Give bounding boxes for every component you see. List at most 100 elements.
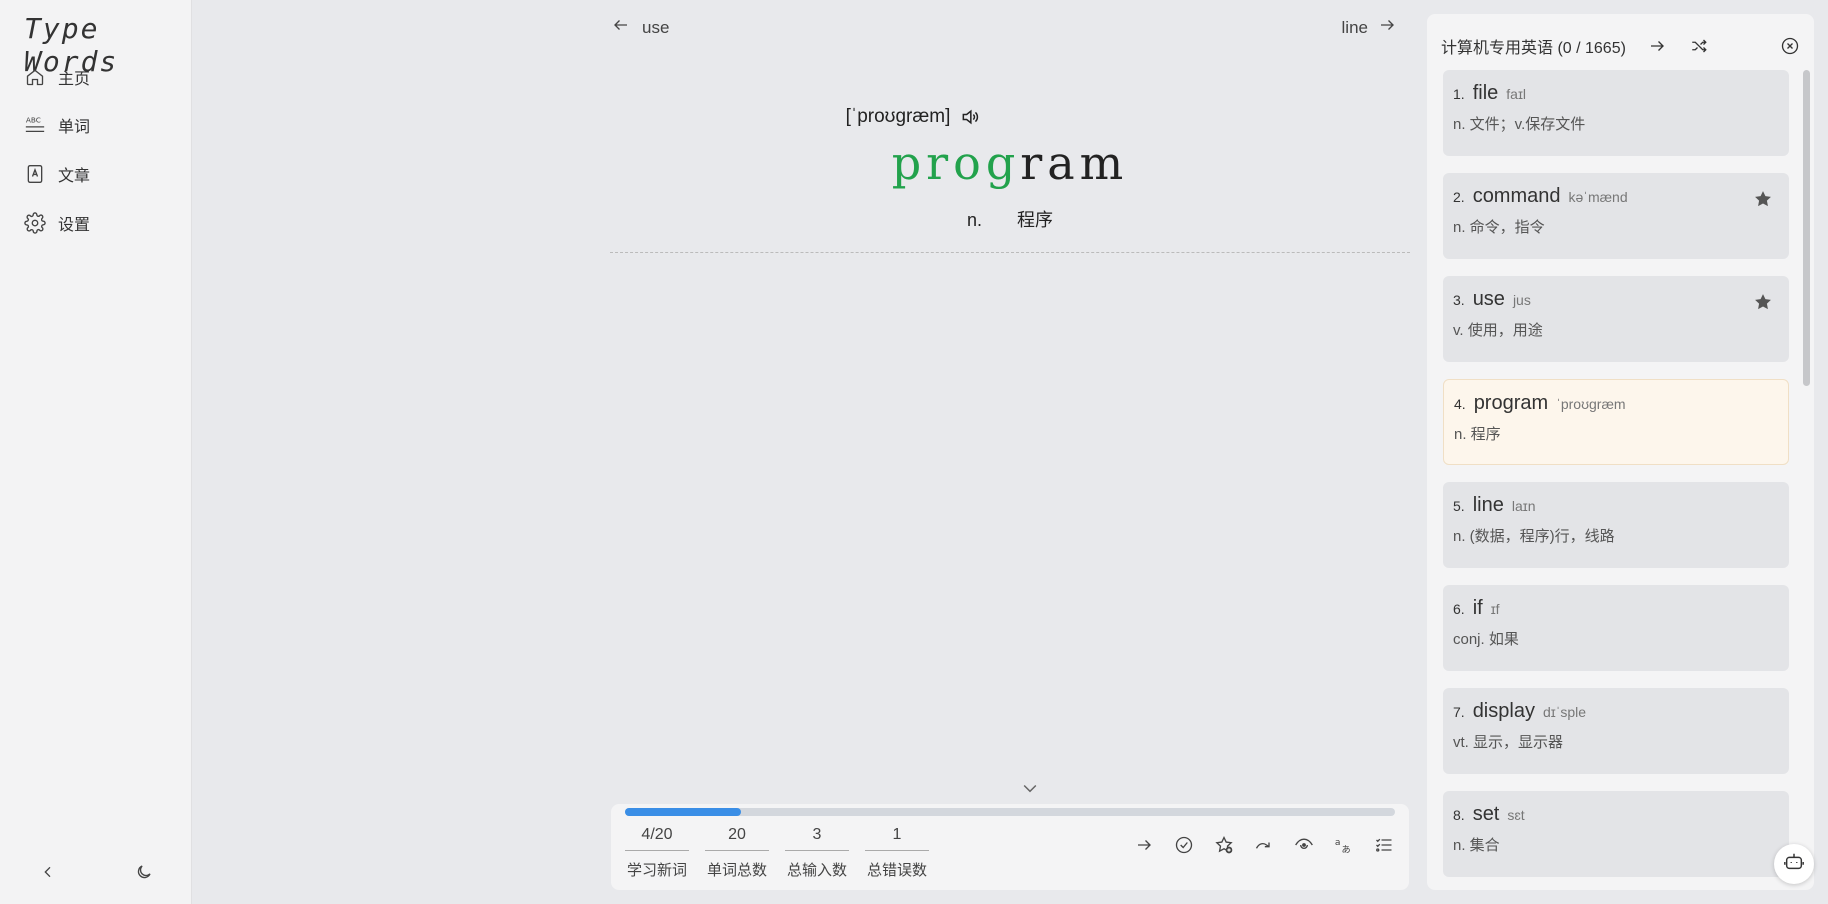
svg-text:ABC: ABC — [26, 115, 41, 124]
list-item[interactable]: 5. line laɪn n. (数据，程序)行，线路 — [1443, 482, 1789, 568]
assistant-button[interactable] — [1774, 844, 1814, 884]
word-translation: n. 程序 — [610, 206, 1410, 232]
list-item-number: 5. — [1453, 498, 1465, 514]
list-item-translation: n. (数据，程序)行，线路 — [1453, 528, 1615, 545]
progress-fill — [625, 808, 741, 816]
sidebar-bottom — [0, 860, 192, 884]
home-icon — [24, 66, 46, 88]
next-word-button[interactable]: line — [1342, 16, 1396, 39]
star-add-icon[interactable] — [1213, 834, 1235, 856]
list-item-word: if — [1472, 597, 1483, 619]
stat-value: 1 — [865, 826, 929, 851]
speaker-icon[interactable] — [960, 106, 982, 128]
list-item-number: 1. — [1453, 86, 1465, 102]
list-item-phonetic: dɪˈsple — [1542, 704, 1587, 720]
list-item-header: 4. program ˈproʊɡræm — [1454, 392, 1778, 415]
star-icon[interactable] — [1753, 189, 1773, 209]
list-item-word: line — [1472, 494, 1504, 516]
toolbar: aあ — [1133, 834, 1395, 856]
sidebar-item-home[interactable]: 主页 — [24, 61, 90, 93]
list-item[interactable]: 3. use jus v. 使用，用途 — [1443, 276, 1789, 362]
list-item-word: program — [1473, 392, 1549, 414]
list-item-translation: vt. 显示，显示器 — [1453, 734, 1564, 751]
arrow-right-icon[interactable] — [1646, 35, 1668, 57]
list-item[interactable]: 8. set sɛt n. 集合 — [1443, 791, 1789, 877]
sidebar-item-label: 文章 — [58, 168, 91, 185]
list-item[interactable]: 7. display dɪˈsple vt. 显示，显示器 — [1443, 688, 1789, 774]
chevron-down-icon[interactable] — [1020, 780, 1040, 796]
list-item-phonetic: kəˈmænd — [1568, 189, 1628, 205]
list-item-number: 8. — [1453, 807, 1465, 823]
gear-icon — [24, 212, 46, 234]
svg-text:あ: あ — [1342, 845, 1351, 856]
list-item-number: 3. — [1453, 292, 1465, 308]
stat-total-errors: 1 总错误数 — [865, 826, 929, 880]
arrow-right-icon[interactable] — [1133, 834, 1155, 856]
chevron-left-icon[interactable] — [36, 860, 60, 884]
sidebar-item-settings[interactable]: 设置 — [24, 207, 90, 239]
stats-list: 4/20 学习新词 20 单词总数 3 总输入数 1 总错误数 — [625, 826, 929, 880]
word-list-panel: 计算机专用英语 (0 / 1665) 1. file faɪl n. 文件；v.保存文… — [1427, 14, 1814, 890]
list-item-header: 3. use jus — [1453, 288, 1779, 311]
scrollbar[interactable] — [1803, 70, 1810, 386]
list-icon[interactable] — [1373, 834, 1395, 856]
list-item[interactable]: 6. if ɪf conj. 如果 — [1443, 585, 1789, 671]
sidebar-item-label: 设置 — [58, 217, 91, 234]
list-item-translation: n. 文件；v.保存文件 — [1453, 116, 1586, 133]
list-item-header: 8. set sɛt — [1453, 803, 1779, 826]
list-item-translation: conj. 如果 — [1453, 631, 1519, 648]
list-item-phonetic: ɪf — [1490, 601, 1500, 617]
list-item-phonetic: jus — [1512, 292, 1531, 308]
progress-bar — [625, 808, 1395, 816]
divider — [610, 252, 1410, 253]
prev-word-label: use — [642, 17, 670, 37]
stat-label: 单词总数 — [706, 862, 767, 879]
word-phonetic: [ˈproʊɡræm] — [845, 106, 951, 127]
prev-word-button[interactable]: use — [612, 16, 669, 39]
word-remaining-part: ram — [1020, 136, 1129, 190]
list-item-phonetic: ˈproʊɡræm — [1556, 396, 1626, 412]
list-item-word: set — [1472, 803, 1500, 825]
list-item[interactable]: 1. file faɪl n. 文件；v.保存文件 — [1443, 70, 1789, 156]
stat-total-words: 20 单词总数 — [705, 826, 769, 880]
abc-icon: ABC — [24, 114, 46, 136]
arrow-left-icon — [612, 16, 630, 39]
list-item-number: 2. — [1453, 189, 1465, 205]
stat-label: 总输入数 — [786, 862, 847, 879]
list-item-word: display — [1472, 700, 1535, 722]
list-item-header: 7. display dɪˈsple — [1453, 700, 1779, 723]
list-item-header: 2. command kəˈmænd — [1453, 185, 1779, 208]
star-icon[interactable] — [1753, 292, 1773, 312]
svg-text:a: a — [1335, 837, 1341, 848]
list-item-number: 7. — [1453, 704, 1465, 720]
translation-text: 程序 — [1017, 210, 1054, 230]
list-item-word: use — [1472, 288, 1505, 310]
list-item-header: 1. file faɪl — [1453, 82, 1779, 105]
moon-icon[interactable] — [132, 860, 156, 884]
sidebar-item-articles[interactable]: 文章 — [24, 158, 90, 190]
skip-icon[interactable] — [1253, 834, 1275, 856]
list-item-number: 4. — [1454, 396, 1466, 412]
panel-title: 计算机专用英语 (0 / 1665) — [1441, 40, 1626, 57]
eye-icon[interactable] — [1293, 834, 1315, 856]
list-item-phonetic: sɛt — [1507, 807, 1525, 823]
shuffle-icon[interactable] — [1688, 35, 1710, 57]
list-item[interactable]: 4. program ˈproʊɡræm n. 程序 — [1443, 379, 1789, 465]
close-icon[interactable] — [1779, 35, 1801, 57]
list-item-translation: n. 集合 — [1453, 837, 1500, 854]
sidebar-item-words[interactable]: ABC 单词 — [24, 109, 90, 141]
translation-pos: n. — [966, 210, 982, 230]
list-item-number: 6. — [1453, 601, 1465, 617]
stat-value: 3 — [785, 826, 849, 851]
translate-icon[interactable]: aあ — [1333, 834, 1355, 856]
list-item-word: command — [1472, 185, 1561, 207]
panel-header: 计算机专用英语 (0 / 1665) — [1441, 32, 1801, 60]
list-item-phonetic: laɪn — [1511, 498, 1536, 514]
robot-icon — [1783, 851, 1805, 878]
word-typed-part: prog — [891, 136, 1021, 190]
check-circle-icon[interactable] — [1173, 834, 1195, 856]
sidebar-item-label: 单词 — [58, 119, 91, 136]
list-item-word: file — [1472, 82, 1499, 104]
list-item[interactable]: 2. command kəˈmænd n. 命令，指令 — [1443, 173, 1789, 259]
list-item-translation: n. 命令，指令 — [1453, 219, 1545, 236]
